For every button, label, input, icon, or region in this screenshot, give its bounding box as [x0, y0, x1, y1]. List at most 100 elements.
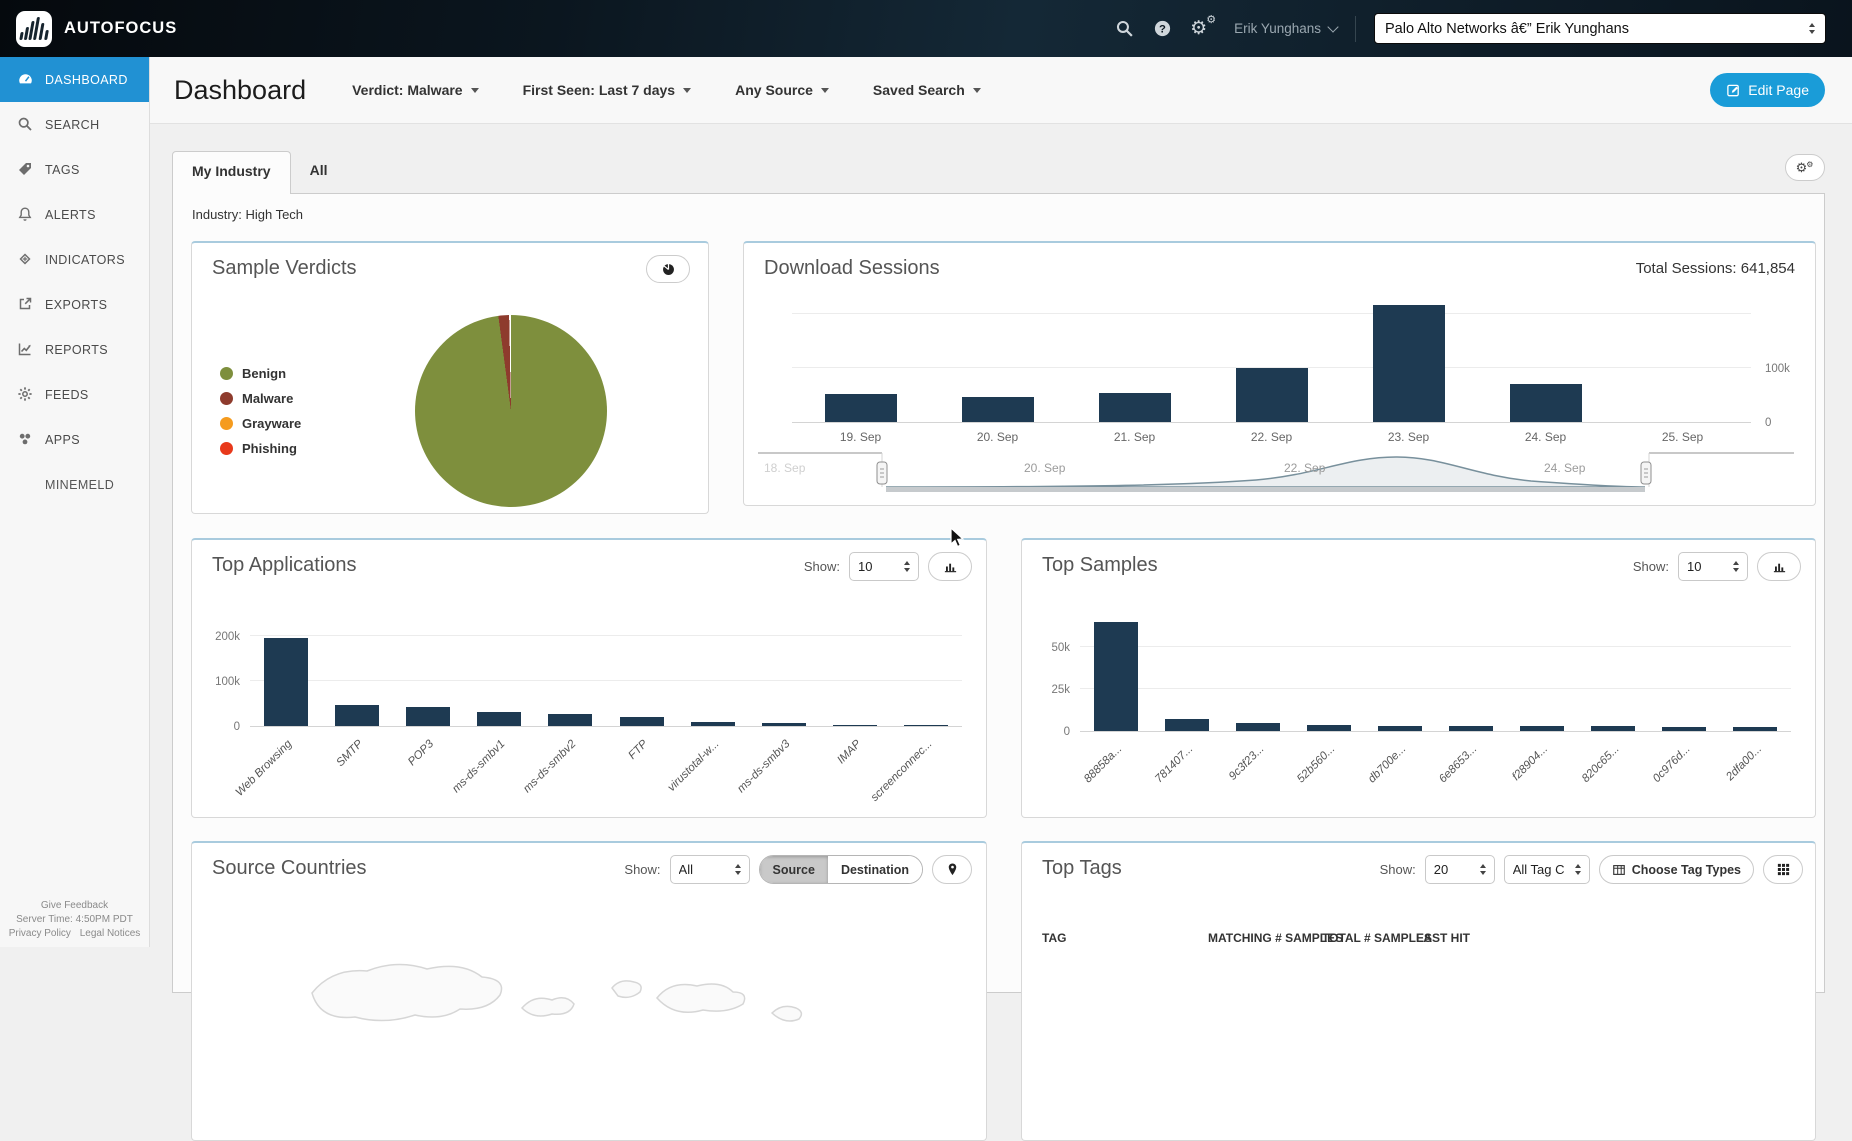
- chart-slot: 19. Sep: [792, 283, 929, 444]
- download-sessions-panel: Download Sessions Total Sessions: 641,85…: [743, 241, 1816, 506]
- sidebar-item-exports[interactable]: EXPORTS: [0, 282, 149, 327]
- tag-type-select[interactable]: All Tag C: [1503, 855, 1590, 884]
- sidebar-item-alerts[interactable]: ALERTS: [0, 192, 149, 237]
- y-axis-tick-label: 0: [1765, 417, 1772, 429]
- bar-2dfa00...[interactable]: [1733, 727, 1778, 731]
- sidebar-item-search[interactable]: SEARCH: [0, 102, 149, 147]
- chart-slot: 820c65...: [1578, 618, 1649, 785]
- sidebar-item-dashboard[interactable]: DASHBOARD: [0, 57, 149, 102]
- bar-22. Sep[interactable]: [1235, 367, 1308, 422]
- chart-slot: 6e8653...: [1435, 618, 1506, 785]
- bar-88858a...[interactable]: [1093, 622, 1138, 731]
- legend-item-malware[interactable]: Malware: [220, 386, 301, 411]
- bar-screenconnec...[interactable]: [904, 725, 949, 726]
- x-axis-label: 24. Sep: [1524, 430, 1567, 444]
- chart-slot: 2dfa00...: [1720, 618, 1791, 783]
- legend-dot: [220, 392, 233, 405]
- x-axis-label: 19. Sep: [839, 430, 882, 444]
- tab-my-industry[interactable]: My Industry: [172, 151, 291, 194]
- tag-icon: [17, 161, 34, 178]
- chart-slot: 781407...: [1151, 618, 1222, 785]
- sidebar-item-reports[interactable]: REPORTS: [0, 327, 149, 372]
- bar-781407...[interactable]: [1164, 719, 1209, 731]
- chart-slot: 23. Sep: [1340, 283, 1477, 444]
- bar-24. Sep[interactable]: [1509, 384, 1582, 422]
- panel-title: Top Samples: [1042, 554, 1158, 576]
- column-header-3[interactable]: LAST HIT: [1416, 931, 1470, 945]
- segment-source[interactable]: Source: [759, 856, 828, 883]
- bar-0c976d...[interactable]: [1662, 727, 1707, 731]
- show-count-select[interactable]: All: [669, 855, 750, 884]
- bar-Web Browsing[interactable]: [263, 637, 308, 726]
- slider-date-label: 18. Sep: [764, 461, 806, 475]
- tab-all[interactable]: All: [291, 151, 347, 194]
- svg-text:?: ?: [1159, 23, 1166, 35]
- show-count-select[interactable]: 20: [1424, 855, 1495, 884]
- bar-ms-ds-smbv3[interactable]: [762, 722, 807, 726]
- legal-notices-link[interactable]: Legal Notices: [80, 928, 141, 939]
- dashboard-settings-button[interactable]: ⚙⚙: [1785, 154, 1825, 181]
- show-count-select[interactable]: 10: [849, 552, 919, 581]
- x-axis-label: FTP: [626, 738, 651, 762]
- bar-ms-ds-smbv1[interactable]: [477, 712, 522, 726]
- bar-9c3f23...[interactable]: [1235, 723, 1280, 731]
- bar-6e8653...[interactable]: [1449, 726, 1494, 731]
- grid-view-button[interactable]: [1763, 855, 1803, 884]
- bar-ms-ds-smbv2[interactable]: [548, 713, 593, 726]
- bar-SMTP[interactable]: [334, 705, 379, 726]
- sidebar-item-feeds[interactable]: FEEDS: [0, 372, 149, 417]
- bar-23. Sep[interactable]: [1372, 304, 1445, 422]
- privacy-policy-link[interactable]: Privacy Policy: [9, 928, 71, 939]
- segment-destination[interactable]: Destination: [827, 856, 922, 883]
- bar-chart-toggle-button[interactable]: [928, 552, 972, 581]
- bar-f28904...[interactable]: [1520, 726, 1565, 731]
- bar-FTP[interactable]: [619, 716, 664, 726]
- tags-table-header: TAG MATCHING # SAMPLES TOTAL # SAMPLES LAST…: [1022, 931, 1815, 955]
- bar-21. Sep[interactable]: [1098, 392, 1171, 422]
- account-select[interactable]: Palo Alto Networks â€” Erik Yunghans: [1374, 13, 1826, 44]
- bar-chart-toggle-button[interactable]: [1757, 552, 1801, 581]
- chevron-down-icon: [1327, 20, 1339, 33]
- legend-item-phishing[interactable]: Phishing: [220, 436, 301, 461]
- bar-20. Sep[interactable]: [961, 396, 1034, 422]
- help-icon[interactable]: ?: [1152, 19, 1172, 39]
- show-count-select[interactable]: 10: [1678, 552, 1748, 581]
- chart-slot: 21. Sep: [1066, 283, 1203, 444]
- sidebar-nav: DASHBOARD SEARCH TAGS ALERTS INDICATORS EXPOR…: [0, 57, 150, 947]
- filter-dropdown-2[interactable]: Any Source: [735, 82, 829, 98]
- give-feedback-link[interactable]: Give Feedback: [0, 899, 149, 913]
- filter-label: Verdict: Malware: [352, 82, 463, 98]
- choose-tag-types-button[interactable]: Choose Tag Types: [1598, 855, 1754, 884]
- map-pin-button[interactable]: [932, 855, 972, 884]
- bar-POP3[interactable]: [406, 706, 450, 726]
- sidebar-item-apps[interactable]: APPS: [0, 417, 149, 462]
- pie-chart-toggle-button[interactable]: [646, 255, 690, 283]
- bar-virustotal-w...[interactable]: [690, 721, 735, 726]
- bar-52b560...[interactable]: [1306, 724, 1351, 731]
- date-range-slider[interactable]: 18. Sep 20. Sep 22. Sep 24. Sep: [756, 446, 1796, 494]
- column-header-0[interactable]: TAG: [1042, 931, 1066, 945]
- x-axis-label: f28904...: [1510, 743, 1551, 784]
- bar-19. Sep[interactable]: [824, 394, 897, 422]
- bar-db700e...[interactable]: [1377, 726, 1422, 731]
- legend-item-grayware[interactable]: Grayware: [220, 411, 301, 436]
- edit-page-button[interactable]: Edit Page: [1710, 73, 1825, 107]
- legend-item-benign[interactable]: Benign: [220, 361, 301, 386]
- filter-dropdown-1[interactable]: First Seen: Last 7 days: [523, 82, 692, 98]
- x-axis-label: db700e...: [1366, 743, 1409, 786]
- filter-dropdown-0[interactable]: Verdict: Malware: [352, 82, 479, 98]
- sidebar-item-indicators[interactable]: INDICATORS: [0, 237, 149, 282]
- bar-IMAP[interactable]: [833, 725, 878, 726]
- bar-820c65...[interactable]: [1591, 726, 1636, 731]
- user-menu[interactable]: Erik Yunghans: [1234, 20, 1339, 36]
- download-sessions-chart: 0 100k 19. Sep 20. Sep 21. Sep 22. Sep 23. Sep…: [792, 283, 1790, 444]
- export-icon: [17, 296, 34, 313]
- sidebar-item-minemeld[interactable]: MINEMELD: [0, 462, 149, 507]
- chart-slot: ms-ds-smbv2: [522, 632, 606, 795]
- search-icon[interactable]: [1114, 19, 1134, 39]
- filter-dropdown-3[interactable]: Saved Search: [873, 82, 981, 98]
- settings-gears-icon[interactable]: ⚙ ⚙: [1190, 15, 1216, 39]
- show-label: Show:: [803, 559, 840, 574]
- verdicts-pie-chart[interactable]: [415, 315, 607, 507]
- sidebar-item-tags[interactable]: TAGS: [0, 147, 149, 192]
